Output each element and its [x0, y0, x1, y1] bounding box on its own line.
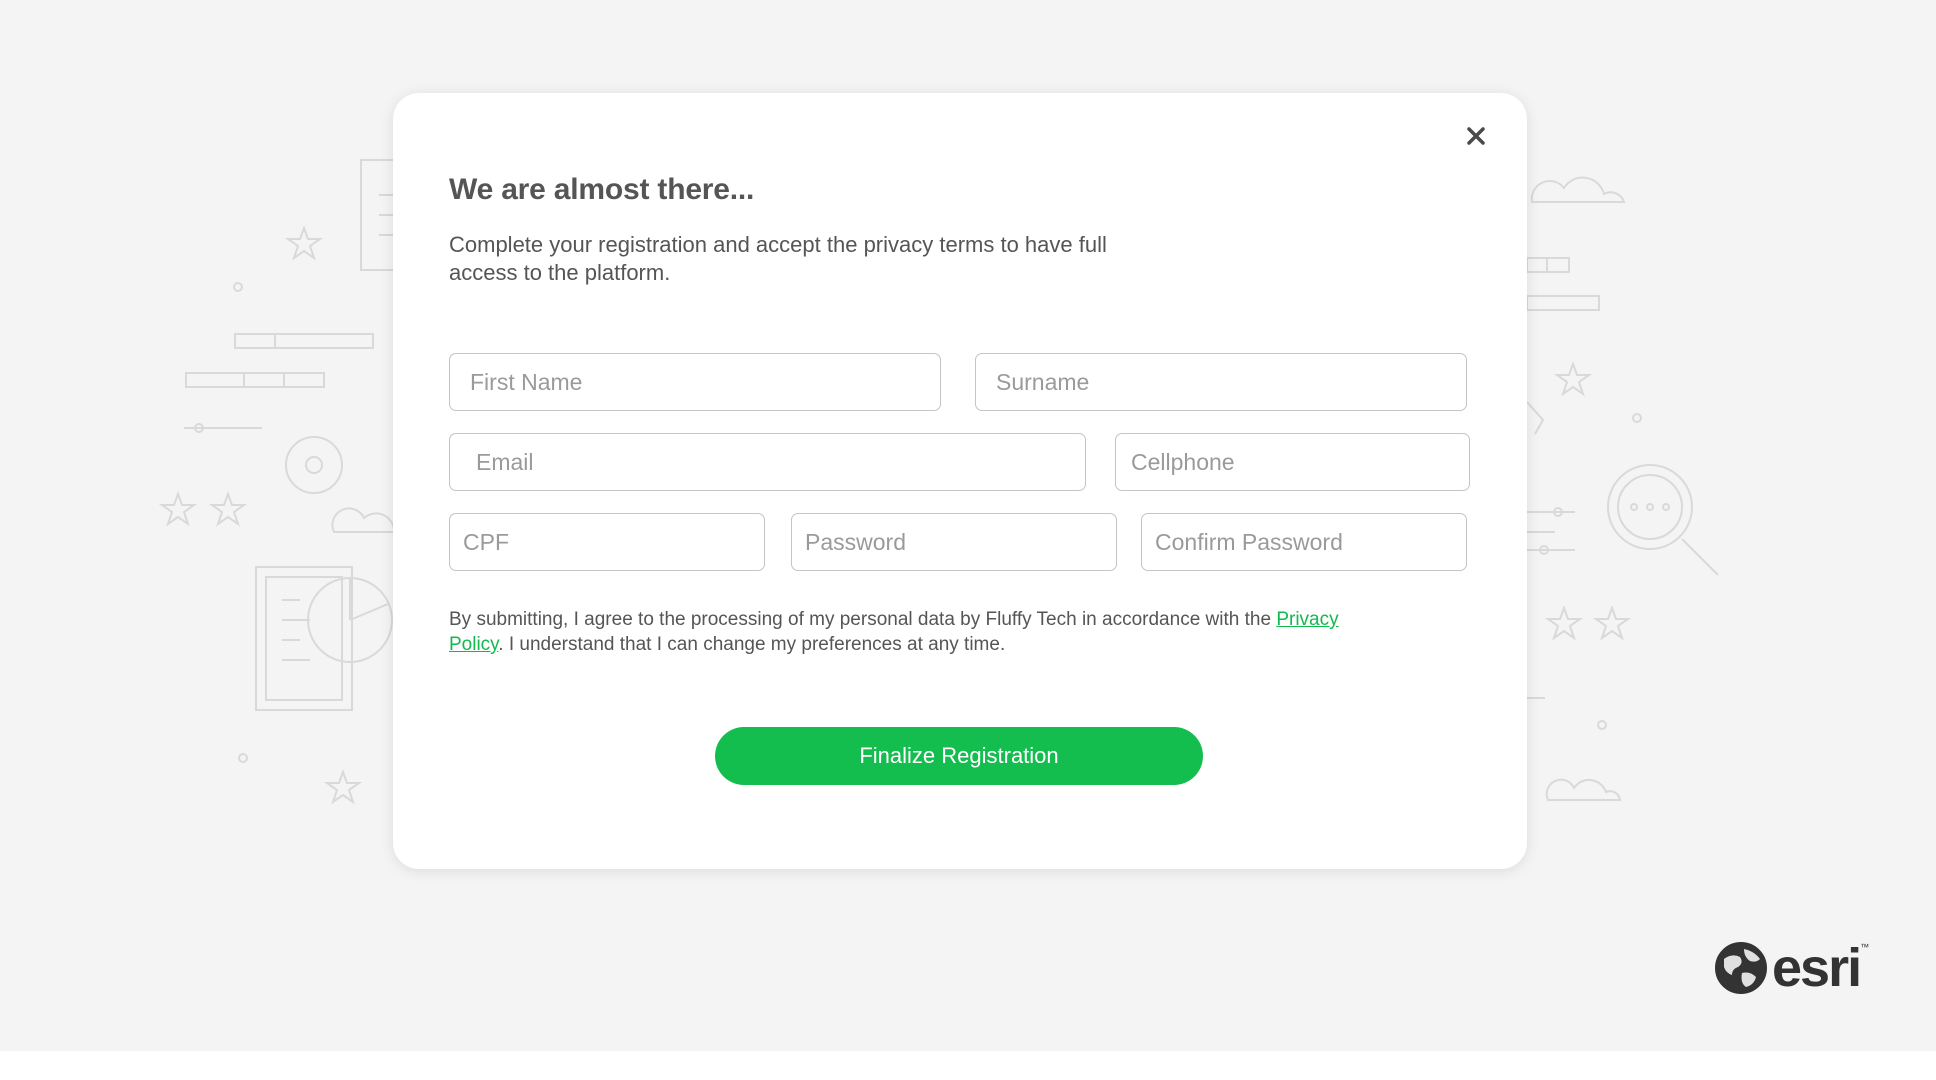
consent-text-after: . I understand that I can change my pref…	[498, 634, 1006, 655]
trademark-symbol: ™	[1860, 942, 1870, 952]
esri-wordmark: esri	[1772, 938, 1862, 998]
progress-bar-icon	[1526, 257, 1570, 273]
dot-icon	[233, 282, 243, 292]
close-button[interactable]	[1459, 119, 1493, 153]
dot-icon	[1597, 720, 1607, 730]
slider-icon	[184, 423, 262, 433]
confirm-password-input[interactable]	[1141, 513, 1467, 571]
cloud-icon	[331, 507, 396, 533]
gear-icon	[285, 436, 343, 494]
cloud-icon	[1530, 176, 1626, 203]
first-name-input[interactable]	[449, 353, 941, 411]
star-icon	[1544, 605, 1584, 641]
star-icon	[1553, 361, 1593, 397]
progress-bar-icon	[234, 333, 374, 349]
cloud-icon	[1545, 778, 1622, 801]
star-icon	[208, 491, 248, 527]
email-input[interactable]	[449, 433, 1086, 491]
search-magnifier-icon	[1607, 464, 1719, 576]
report-chart-icon	[255, 566, 393, 711]
registration-modal: We are almost there... Complete your reg…	[393, 93, 1527, 869]
modal-subtitle: Complete your registration and accept th…	[449, 232, 1107, 285]
star-icon	[158, 491, 198, 527]
cpf-input[interactable]	[449, 513, 765, 571]
star-icon	[1592, 605, 1632, 641]
esri-logo: esri ™	[1714, 938, 1878, 998]
finalize-registration-button[interactable]: Finalize Registration	[715, 727, 1203, 785]
consent-text-before: By submitting, I agree to the processing…	[449, 609, 1277, 630]
globe-icon	[1715, 942, 1767, 994]
star-icon	[323, 769, 363, 805]
surname-input[interactable]	[975, 353, 1467, 411]
progress-bar-icon	[1526, 295, 1600, 311]
pencil-icon	[1526, 401, 1545, 435]
dot-icon	[1632, 413, 1642, 423]
consent-text: By submitting, I agree to the processing…	[449, 607, 1389, 657]
password-input[interactable]	[791, 513, 1117, 571]
modal-title: We are almost there...	[449, 173, 755, 206]
document-icon	[360, 159, 396, 271]
close-icon	[1467, 127, 1485, 145]
dot-icon	[238, 753, 248, 763]
cellphone-input[interactable]	[1115, 433, 1470, 491]
progress-bar-icon	[185, 372, 325, 388]
slider-icon	[1527, 507, 1575, 555]
star-icon	[284, 225, 324, 261]
